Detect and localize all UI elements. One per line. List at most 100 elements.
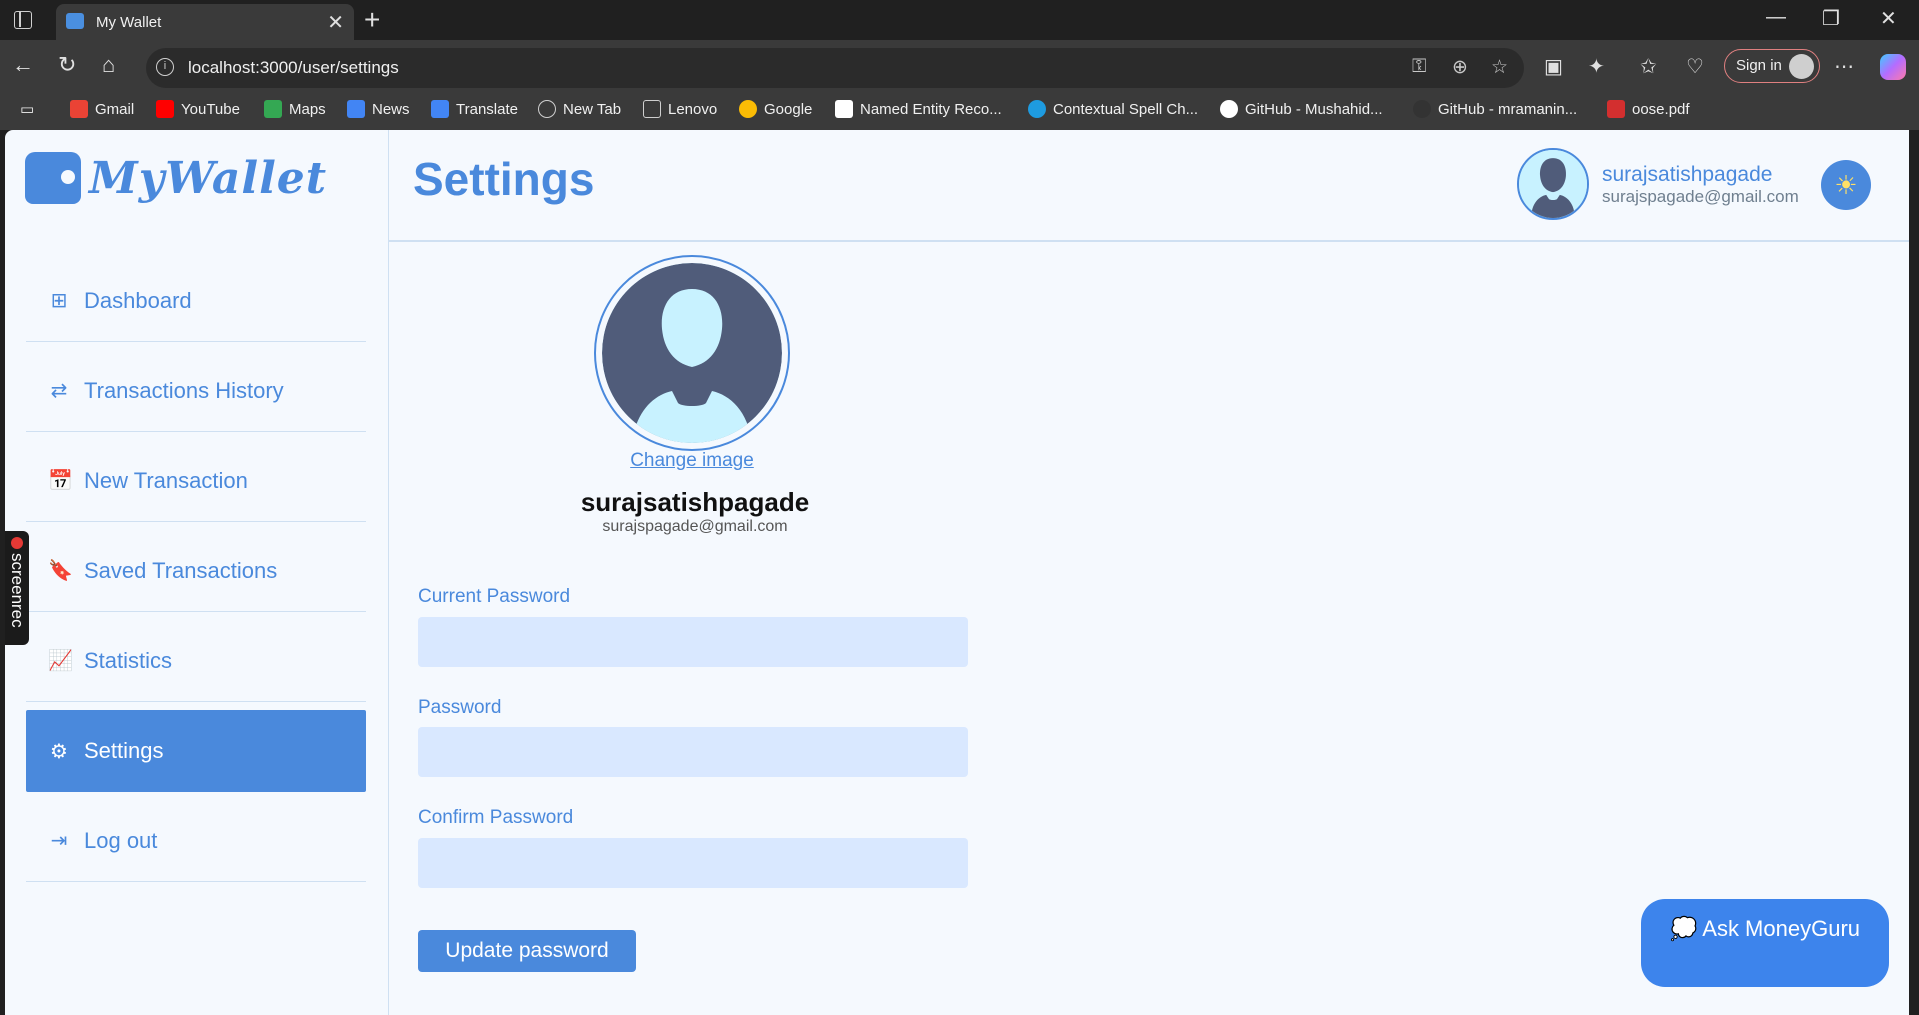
theme-toggle-button[interactable]: ☀ — [1821, 160, 1871, 210]
change-image-link[interactable]: Change image — [625, 450, 759, 472]
minimize-icon[interactable]: — — [1766, 6, 1786, 29]
globe-icon — [538, 100, 556, 118]
github-icon — [1220, 100, 1238, 118]
bookmark-new-tab[interactable]: New Tab — [538, 100, 621, 118]
exchange-icon: ⇄ — [50, 380, 68, 402]
app-logo[interactable]: MyWallet — [25, 152, 327, 204]
window-close-icon[interactable]: ✕ — [1880, 6, 1897, 31]
new-tab-button[interactable]: + — [364, 4, 380, 36]
password-label: Password — [418, 697, 502, 718]
chart-icon — [835, 100, 853, 118]
bookmark-lenovo[interactable]: Lenovo — [643, 100, 717, 118]
more-menu-icon[interactable]: ⋯ — [1834, 54, 1854, 79]
header-divider — [389, 240, 1909, 242]
bookmark-google[interactable]: Google — [739, 100, 812, 118]
calendar-plus-icon: 📅 — [48, 470, 73, 492]
pdf-icon — [1607, 100, 1625, 118]
current-password-field[interactable] — [418, 617, 968, 667]
bookmark-ner[interactable]: Named Entity Reco... — [835, 100, 1002, 118]
url-text[interactable]: localhost:3000/user/settings — [188, 58, 399, 78]
browser-essentials-icon[interactable]: ♡ — [1686, 54, 1704, 79]
bookmark-gmail[interactable]: Gmail — [70, 100, 134, 118]
profile-username: surajsatishpagade — [580, 487, 810, 517]
bookmark-label: Google — [764, 100, 813, 118]
refresh-icon[interactable]: ↻ — [58, 52, 76, 78]
google-icon — [739, 100, 757, 118]
site-info-icon[interactable]: i — [156, 58, 174, 76]
bookmark-label: Maps — [289, 100, 326, 118]
sidebar-item-settings[interactable]: ⚙ Settings — [26, 710, 366, 792]
bookmark-maps[interactable]: Maps — [264, 100, 326, 118]
sidebar-item-transactions-history[interactable]: ⇄ Transactions History — [26, 350, 366, 432]
favorites-icon[interactable]: ✩ — [1640, 54, 1657, 79]
bulb-icon: ☀ — [1834, 170, 1858, 200]
bookmark-translate[interactable]: Translate — [431, 100, 518, 118]
sidebar-item-label: Log out — [84, 827, 158, 853]
sidebar: MyWallet ⊞ Dashboard ⇄ Transactions Hist… — [5, 130, 389, 1015]
news-icon — [347, 100, 365, 118]
bookmark-label: New Tab — [563, 100, 622, 118]
dashboard-icon: ⊞ — [50, 290, 68, 312]
spell-icon — [1028, 100, 1046, 118]
profile-avatar-icon — [1789, 54, 1814, 79]
app-viewport: MyWallet ⊞ Dashboard ⇄ Transactions Hist… — [5, 130, 1909, 1015]
extensions-icon[interactable]: ✦ — [1588, 54, 1605, 79]
tab-actions-icon[interactable] — [14, 11, 32, 29]
browser-tab[interactable]: My Wallet ✕ — [56, 4, 354, 40]
bookmark-youtube[interactable]: YouTube — [156, 100, 240, 118]
wallet-icon — [25, 152, 81, 204]
zoom-icon[interactable]: ⊕ — [1452, 56, 1468, 79]
sidebar-item-statistics[interactable]: 📈 Statistics — [26, 620, 366, 702]
bookmark-news[interactable]: News — [347, 100, 410, 118]
bookmark-label: Gmail — [95, 100, 135, 118]
signin-button[interactable]: Sign in — [1724, 49, 1820, 83]
key-icon[interactable]: ⚿ — [1412, 56, 1426, 78]
bookmark-github-2[interactable]: GitHub - mramanin... — [1413, 100, 1577, 118]
bookmark-oose-pdf[interactable]: oose.pdf — [1607, 100, 1690, 118]
page-title: Settings — [413, 153, 595, 205]
ask-moneyguru-button[interactable]: 💭 Ask MoneyGuru — [1641, 899, 1889, 987]
header-username: surajsatishpagade — [1602, 163, 1773, 186]
back-icon[interactable]: ← — [12, 52, 34, 78]
user-silhouette-icon — [602, 263, 782, 443]
extension-red-icon[interactable]: ▣ — [1544, 54, 1563, 79]
sidebar-item-label: Saved Transactions — [84, 557, 278, 583]
bookmark-label: GitHub - Mushahid... — [1245, 100, 1383, 118]
tab-title: My Wallet — [96, 14, 162, 31]
favorite-star-icon[interactable]: ☆ — [1491, 56, 1508, 79]
bookmark-github-1[interactable]: GitHub - Mushahid... — [1220, 100, 1383, 118]
profile-avatar[interactable] — [594, 255, 790, 451]
confirm-password-label: Confirm Password — [418, 807, 574, 828]
sidebar-item-saved-transactions[interactable]: 🔖 Saved Transactions — [26, 530, 366, 612]
bookmarks-bar: ▭ Gmail YouTube Maps News Translate New … — [0, 95, 1919, 130]
gear-icon: ⚙ — [50, 740, 68, 763]
sidebar-item-label: Statistics — [84, 647, 173, 673]
browser-tabbar: My Wallet ✕ + — ❐ ✕ — [0, 0, 1919, 40]
bookmark-label: Named Entity Reco... — [860, 100, 1002, 118]
restore-icon[interactable]: ❐ — [1822, 6, 1840, 31]
bookmark-label: GitHub - mramanin... — [1438, 100, 1578, 118]
user-silhouette-icon — [1519, 150, 1587, 218]
logo-text: MyWallet — [89, 152, 328, 204]
github-icon — [1413, 100, 1431, 118]
confirm-password-field[interactable] — [418, 838, 968, 888]
screenrec-widget[interactable]: screenrec — [5, 531, 29, 645]
copilot-icon[interactable] — [1880, 54, 1906, 80]
home-icon[interactable]: ⌂ — [102, 52, 115, 78]
sidebar-item-label: Dashboard — [84, 287, 192, 313]
reading-list-icon[interactable]: ▭ — [20, 100, 34, 118]
logout-icon: ⇥ — [50, 830, 68, 852]
sidebar-item-new-transaction[interactable]: 📅 New Transaction — [26, 440, 366, 522]
sidebar-item-dashboard[interactable]: ⊞ Dashboard — [26, 260, 366, 342]
address-bar[interactable]: i localhost:3000/user/settings ⚿ ⊕ ☆ — [146, 48, 1524, 88]
header-avatar[interactable] — [1517, 148, 1589, 220]
bookmark-spell[interactable]: Contextual Spell Ch... — [1028, 100, 1198, 118]
password-field[interactable] — [418, 727, 968, 777]
signin-label: Sign in — [1736, 57, 1782, 74]
update-password-button[interactable]: Update password — [418, 930, 636, 972]
close-tab-icon[interactable]: ✕ — [327, 10, 344, 35]
translate-icon — [431, 100, 449, 118]
folder-icon — [643, 100, 661, 118]
sidebar-item-label: Transactions History — [84, 377, 284, 403]
sidebar-item-logout[interactable]: ⇥ Log out — [26, 800, 366, 882]
